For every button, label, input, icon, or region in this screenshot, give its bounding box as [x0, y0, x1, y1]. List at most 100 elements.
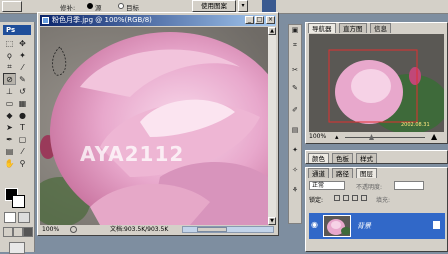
- fill-label: 填充:: [376, 197, 391, 204]
- info-palette-icon[interactable]: ▤: [289, 125, 301, 137]
- blend-mode-select[interactable]: 正常: [309, 181, 345, 190]
- lock-all-icon[interactable]: [361, 195, 367, 201]
- pen-tool-icon[interactable]: ✒: [3, 133, 16, 145]
- zoom-in-icon[interactable]: ▲: [431, 133, 437, 141]
- tab-styles[interactable]: 样式: [356, 153, 377, 163]
- lock-position-icon[interactable]: [352, 195, 358, 201]
- gradient-tool-icon[interactable]: ▦: [16, 97, 29, 109]
- hand-tool-icon[interactable]: ✋: [3, 157, 16, 169]
- tab-channels[interactable]: 通道: [308, 168, 329, 178]
- navigator-zoom-value[interactable]: 100%: [309, 133, 326, 140]
- navigator-thumbnail[interactable]: 2002.08.31: [309, 34, 444, 132]
- patch-mode-label: 修补:: [60, 4, 76, 12]
- target-label: 目标: [126, 4, 139, 12]
- navigator-panel: 导航器 直方图 信息 2002.08.31 100% ▴ ▲: [305, 22, 448, 144]
- type-tool-icon[interactable]: T: [16, 121, 29, 133]
- zoom-out-icon[interactable]: ▴: [335, 133, 339, 141]
- brushes-palette-icon-2[interactable]: ✐: [289, 105, 301, 117]
- tab-color[interactable]: 颜色: [308, 153, 329, 163]
- status-info-icon: [70, 226, 77, 233]
- tool-preset-picker[interactable]: [2, 1, 22, 12]
- quick-mask-mode-icon[interactable]: [18, 212, 30, 223]
- horizontal-scrollbar[interactable]: [182, 226, 274, 233]
- navigator-palette-icon[interactable]: ▣: [289, 25, 301, 37]
- blur-tool-icon[interactable]: ◆: [3, 109, 16, 121]
- pattern-picker-button[interactable]: ▾: [238, 0, 248, 12]
- document-size: 文档:903.5K/903.5K: [110, 226, 169, 233]
- standard-mode-icon[interactable]: [4, 212, 16, 223]
- layers-panel: 通道 路径 图层 正常 不透明度: 锁定: 填充: ◉ 背景: [305, 167, 448, 252]
- jump-to-imageready-icon[interactable]: [9, 242, 25, 254]
- document-status-bar: 100% 文档:903.5K/903.5K: [40, 225, 276, 234]
- move-tool-icon[interactable]: ✥: [16, 37, 29, 49]
- actions-palette-icon[interactable]: ✎: [289, 83, 301, 95]
- date-stamp: 2002.08.31: [401, 122, 430, 128]
- eraser-tool-icon[interactable]: ▭: [3, 97, 16, 109]
- crop-tool-icon[interactable]: ⌗: [3, 61, 16, 73]
- vertical-scrollbar[interactable]: ▲ ▼: [268, 27, 276, 225]
- full-screen-mode-icon[interactable]: [23, 227, 33, 237]
- zoom-slider-track[interactable]: [345, 137, 425, 138]
- zoom-tool-icon[interactable]: ⚲: [16, 157, 29, 169]
- close-button[interactable]: ×: [266, 16, 275, 24]
- tools-palette-icon[interactable]: ✂: [289, 65, 301, 77]
- lock-transparency-icon[interactable]: [334, 195, 340, 201]
- opacity-field[interactable]: [394, 181, 424, 190]
- tab-info[interactable]: 信息: [370, 23, 391, 33]
- use-pattern-button[interactable]: 使用图案: [192, 0, 236, 12]
- image-canvas[interactable]: AYA2112: [40, 27, 268, 225]
- layer-visibility-eye-icon[interactable]: ◉: [311, 221, 319, 229]
- tab-layers[interactable]: 图层: [356, 168, 377, 178]
- rose-photo: [40, 27, 268, 225]
- history-palette-icon[interactable]: ⌗: [289, 40, 301, 52]
- document-title-bar[interactable]: 粉色月季.jpg @ 100%(RGB/8) _ □ ×: [40, 15, 276, 26]
- tool-grid: ⬚ ✥ ϙ ✦ ⌗ ⁄ ⊘ ✎ ⊥ ↺ ▭ ▦ ◆ ● ➤ T ✒ ▢ ▤ ⁄ …: [3, 37, 31, 169]
- layer-rose-thumbnail: [324, 216, 350, 236]
- minimize-button[interactable]: _: [245, 16, 254, 24]
- document-title: 粉色月季.jpg @ 100%(RGB/8): [52, 16, 152, 24]
- tab-swatches[interactable]: 色板: [332, 153, 353, 163]
- shape-tool-icon[interactable]: ▢: [16, 133, 29, 145]
- notes-tool-icon[interactable]: ▤: [3, 145, 16, 157]
- slice-tool-icon[interactable]: ⁄: [16, 61, 29, 73]
- clone-stamp-tool-icon[interactable]: ⊥: [3, 85, 16, 97]
- brush-tool-icon[interactable]: ✎: [16, 73, 29, 85]
- zoom-level[interactable]: 100%: [42, 225, 59, 234]
- magic-wand-tool-icon[interactable]: ✦: [16, 49, 29, 61]
- opacity-label: 不透明度:: [356, 184, 383, 191]
- patch-tool-icon[interactable]: ⊘: [3, 73, 16, 85]
- watermark: AYA2112: [80, 142, 185, 166]
- full-screen-menu-mode-icon[interactable]: [13, 227, 23, 237]
- marquee-tool-icon[interactable]: ⬚: [3, 37, 16, 49]
- dodge-tool-icon[interactable]: ●: [16, 109, 29, 121]
- lasso-tool-icon[interactable]: ϙ: [3, 49, 16, 61]
- standard-screen-mode-icon[interactable]: [3, 227, 13, 237]
- scroll-down-arrow-icon[interactable]: ▼: [268, 217, 276, 225]
- background-color-swatch[interactable]: [12, 195, 25, 208]
- swatches-palette-icon[interactable]: ⚘: [289, 185, 301, 197]
- tab-histogram[interactable]: 直方图: [339, 23, 367, 33]
- document-icon: [42, 17, 49, 24]
- photoshop-logo: Ps: [3, 25, 31, 35]
- toolbox: Ps ⬚ ✥ ϙ ✦ ⌗ ⁄ ⊘ ✎ ⊥ ↺ ▭ ▦ ◆ ● ➤ T ✒ ▢ ▤…: [0, 22, 35, 254]
- history-brush-tool-icon[interactable]: ↺: [16, 85, 29, 97]
- color-panel: 颜色 色板 样式: [305, 150, 448, 164]
- layer-row-background[interactable]: ◉ 背景: [309, 213, 445, 239]
- scroll-up-arrow-icon[interactable]: ▲: [268, 27, 276, 35]
- maximize-button[interactable]: □: [255, 16, 264, 24]
- target-radio[interactable]: [118, 3, 124, 9]
- brushes-palette-icon[interactable]: [262, 0, 276, 12]
- horizontal-scroll-thumb[interactable]: [197, 227, 227, 232]
- tab-paths[interactable]: 路径: [332, 168, 353, 178]
- character-palette-icon[interactable]: ✦: [289, 145, 301, 157]
- lock-pixels-icon[interactable]: [343, 195, 349, 201]
- path-selection-tool-icon[interactable]: ➤: [3, 121, 16, 133]
- lock-label: 锁定:: [309, 197, 324, 204]
- source-radio[interactable]: [87, 3, 93, 9]
- tab-navigator[interactable]: 导航器: [308, 23, 336, 33]
- paragraph-palette-icon[interactable]: ✧: [289, 165, 301, 177]
- eyedropper-tool-icon[interactable]: ⁄: [16, 145, 29, 157]
- layer-thumbnail: [323, 215, 351, 237]
- navigator-zoom-bar: 100% ▴ ▲: [309, 133, 444, 142]
- source-label: 源: [95, 4, 102, 12]
